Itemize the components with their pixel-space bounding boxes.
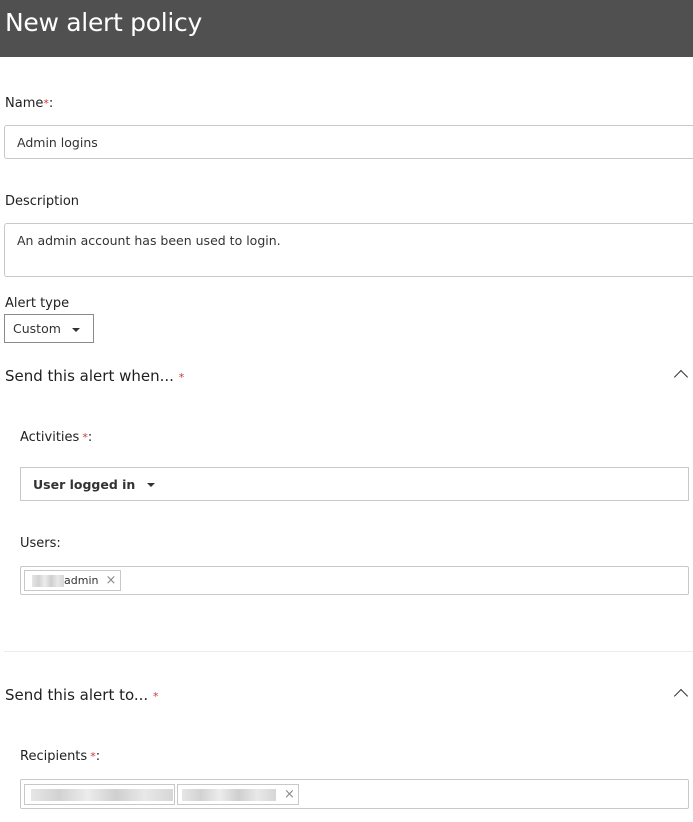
- caret-down-icon: [147, 483, 156, 487]
- page-header: New alert policy: [0, 0, 693, 57]
- collapse-chevron-up-icon[interactable]: [673, 369, 689, 385]
- users-label: Users:: [20, 536, 61, 551]
- required-mark: *: [152, 690, 159, 703]
- description-label: Description: [5, 194, 80, 209]
- label-colon: :: [48, 96, 54, 111]
- send-when-title-text: Send this alert when...: [5, 367, 174, 385]
- caret-down-icon: [71, 327, 80, 332]
- users-picker[interactable]: admin ×: [20, 566, 689, 595]
- collapse-chevron-up-icon[interactable]: [673, 688, 689, 704]
- remove-token-icon[interactable]: ×: [105, 573, 116, 588]
- alert-type-label: Alert type: [5, 296, 70, 311]
- name-label: Name*:: [5, 96, 53, 111]
- send-to-section-title: Send this alert to... *: [5, 686, 158, 704]
- redacted-recipient: [31, 788, 173, 801]
- activities-label-text: Activities: [20, 430, 80, 445]
- description-input[interactable]: An admin account has been used to login.: [4, 223, 693, 277]
- user-token-label: admin: [64, 574, 99, 587]
- send-when-section-title: Send this alert when... *: [5, 367, 184, 385]
- activities-dropdown[interactable]: User logged in: [20, 467, 689, 501]
- label-colon: :: [95, 749, 101, 764]
- activities-label: Activities *:: [20, 430, 92, 445]
- redacted-recipient: [182, 788, 276, 801]
- page-title: New alert policy: [5, 8, 202, 37]
- activities-value: User logged in: [33, 476, 136, 492]
- send-to-title-text: Send this alert to...: [5, 686, 149, 704]
- recipients-label: Recipients *:: [20, 749, 100, 764]
- recipients-picker[interactable]: ×: [20, 779, 689, 809]
- alert-type-value: Custom: [13, 321, 61, 336]
- recipients-label-text: Recipients: [20, 749, 88, 764]
- name-label-text: Name: [5, 96, 44, 111]
- alert-type-dropdown[interactable]: Custom: [4, 314, 94, 343]
- user-token: admin ×: [24, 570, 121, 591]
- name-input[interactable]: [4, 125, 693, 159]
- remove-token-icon[interactable]: ×: [284, 787, 295, 802]
- recipient-token: [24, 784, 175, 805]
- section-divider: [4, 651, 693, 652]
- recipient-token: ×: [177, 784, 299, 805]
- required-mark: *: [178, 371, 185, 384]
- label-colon: :: [87, 430, 93, 445]
- redacted-username: [32, 574, 64, 587]
